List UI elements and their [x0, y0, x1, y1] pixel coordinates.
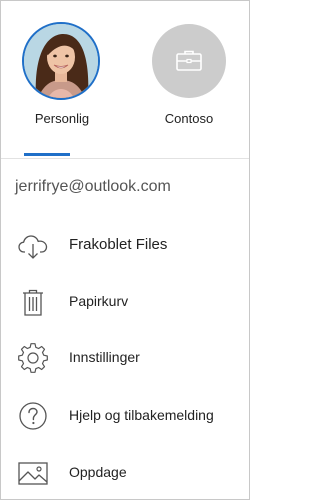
menu-item-settings[interactable]: Innstillinger [1, 335, 249, 381]
trash-icon [17, 286, 49, 318]
briefcase-icon [176, 50, 202, 71]
gear-icon [17, 342, 49, 374]
account-email: jerrifrye@outlook.com [15, 178, 171, 195]
divider [1, 158, 249, 159]
briefcase-avatar [152, 24, 226, 98]
menu-item-recycle-bin[interactable]: Papirkurv [1, 279, 249, 325]
help-icon [17, 400, 49, 432]
account-personal[interactable]: Personlig [1, 1, 125, 159]
menu-item-discover[interactable]: Oppdage [1, 450, 249, 496]
account-label-contoso: Contoso [164, 111, 214, 126]
cloud-download-icon [17, 230, 49, 262]
menu-item-help-feedback[interactable]: Hjelp og tilbakemelding [1, 393, 249, 439]
menu-item-label: Frakoblet Files [69, 236, 168, 253]
account-panel: Personlig Contoso jerrifrye@outlook.com [0, 0, 250, 500]
menu-item-label: Innstillinger [69, 349, 140, 365]
menu-item-label: Oppdage [69, 464, 127, 480]
account-label-personal: Personlig [34, 111, 90, 126]
account-switcher: Personlig Contoso [1, 1, 249, 159]
image-icon [17, 457, 49, 489]
menu-item-label: Papirkurv [69, 293, 129, 309]
active-account-indicator [24, 153, 70, 156]
account-contoso[interactable]: Contoso [125, 1, 249, 159]
menu-item-offline-files[interactable]: Frakoblet Files [1, 223, 249, 269]
avatar [22, 22, 100, 100]
menu-item-label: Hjelp og tilbakemelding [69, 407, 214, 423]
